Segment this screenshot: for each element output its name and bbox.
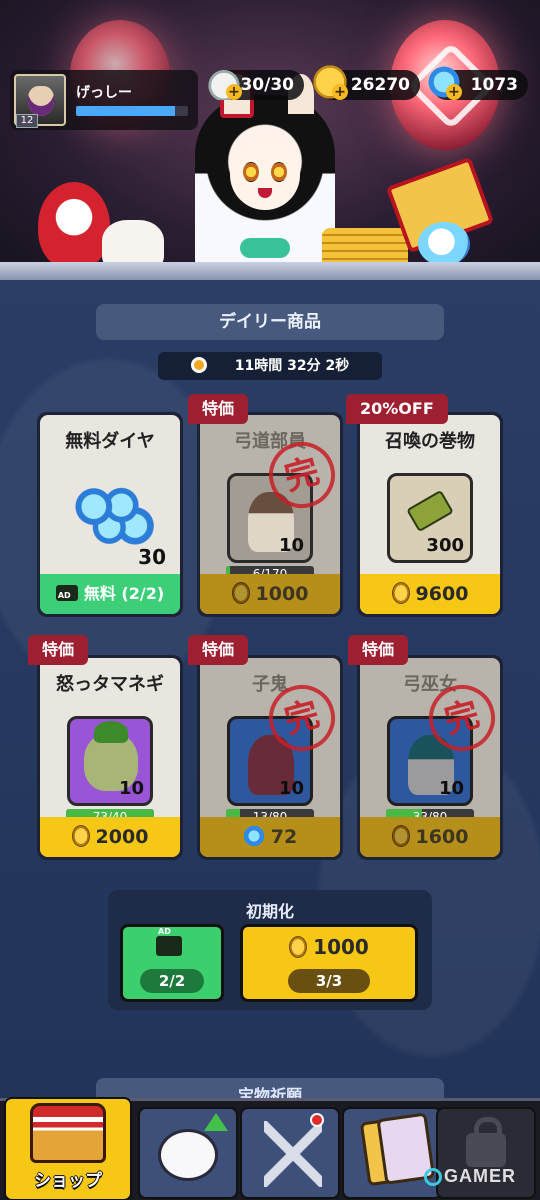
spirit-orb [418,222,470,266]
gold-counter[interactable]: + 26270 [312,64,420,100]
timer-text: 11時間 32分 2秒 [234,358,350,374]
gold-price-button[interactable]: 9600 [360,574,500,614]
price-text: 2000 [95,826,149,848]
stamina-value: 30/30 [240,75,294,95]
cards-icon [359,1115,419,1187]
item-portrait: 300 [387,473,473,563]
reset-price: 1000 [313,935,369,959]
card-name: 怒っタマネギ [56,674,164,695]
price-text: 72 [270,826,298,848]
tab-upgrade[interactable] [138,1107,238,1199]
lock-icon [466,1117,506,1167]
crossed-swords-icon [264,1121,322,1187]
gold-coin-icon [71,825,90,847]
gem-value: 1073 [470,75,518,95]
tab-label: ショップ [34,1171,102,1191]
exp-bar [76,106,188,116]
card-qty: 10 [278,535,304,556]
shopkeeper-bow [240,238,290,258]
player-name: げっしー [76,85,132,101]
gold-coin-icon [289,936,308,958]
stamina-potion-icon: + [206,64,242,100]
card-qty: 10 [438,778,464,799]
section-title: デイリー商品 [96,304,444,340]
price-text: 1000 [255,583,309,605]
reset-title: 初期化 [245,902,294,921]
gem-icon: + [426,64,462,100]
ribbon-special-price: 特価 [188,635,249,665]
shop-card-archer-maiden[interactable]: 弓巫女 10 33/80 1600 完 [357,655,503,860]
gem-icon [242,825,265,847]
ad-reset-count: 2/2 [140,969,204,993]
ad-price-button[interactable]: 無料 (2/2) [40,574,180,614]
gem-price-button[interactable]: 72 [200,817,340,857]
card-qty: 30 [138,545,166,569]
shop-keeper-banner: 12 げっしー + 30/30 + 26270 + 1073 [0,0,540,280]
gold-coin-icon [391,825,410,847]
shop-card-small-oni[interactable]: 子鬼 10 13/80 72 完 [197,655,343,860]
ribbon-special-price: 特価 [188,394,249,424]
ad-reset-button[interactable]: 2/2 [120,924,224,1002]
bunny-upgrade-icon [158,1129,218,1181]
shop-card-summon-scroll[interactable]: 召喚の巻物 300 9600 [357,412,503,617]
ribbon-special-price: 特価 [28,635,89,665]
price-text: 無料 (2/2) [83,584,165,603]
daruma-figure [38,182,110,270]
gem-bundle-icon [68,477,154,551]
add-stamina-icon[interactable]: + [226,84,242,100]
gold-reset-count: 3/3 [288,969,370,993]
refresh-timer: 11時間 32分 2秒 [158,352,382,380]
card-qty: 300 [426,535,464,556]
upgrade-arrow-icon [204,1113,228,1131]
scroll-icon [406,489,454,533]
card-name: 召喚の巻物 [385,431,475,452]
shop-stall-icon [30,1103,106,1163]
gold-coin-icon: + [312,64,348,100]
gold-price-button[interactable]: 1600 [360,817,500,857]
card-qty: 10 [278,778,304,799]
gold-value: 26270 [350,75,410,95]
add-gold-icon[interactable]: + [332,84,348,100]
shop-reset-panel: 初期化 2/2 1000 3/3 [108,890,432,1010]
shop-card-angry-onion[interactable]: 怒っタマネギ 10 73/40 2000 [37,655,183,860]
ribbon-special-price: 特価 [348,635,409,665]
daily-shop-panel: デイリー商品 11時間 32分 2秒 無料ダイヤ 30 無料 (2/2) 特価 … [0,280,540,1108]
gold-coin-icon [391,582,410,604]
tab-battle[interactable] [240,1107,340,1199]
price-text: 9600 [415,583,469,605]
watermark: GAMER [444,1166,517,1186]
gold-coin-icon [231,582,250,604]
player-level-badge: 12 [16,114,38,128]
gold-reset-button[interactable]: 1000 3/3 [240,924,418,1002]
ad-video-icon [55,576,78,614]
shop-card-free-gems[interactable]: 無料ダイヤ 30 無料 (2/2) [37,412,183,617]
stamina-counter[interactable]: + 30/30 [206,64,304,100]
notification-dot [310,1113,324,1127]
shop-card-archery-club[interactable]: 弓道部員 10 6/170 1000 完 [197,412,343,617]
ribbon-discount: 20%OFF [346,394,448,424]
card-qty: 10 [118,778,144,799]
clock-icon [190,357,207,373]
price-text: 1600 [415,826,469,848]
gold-price-button[interactable]: 1000 [200,574,340,614]
gold-price-button[interactable]: 2000 [40,817,180,857]
exp-bar-fill [76,106,175,116]
player-profile[interactable]: 12 げっしー [10,70,198,130]
shop-counter [0,262,540,280]
character-portrait: 10 [67,716,153,806]
ad-video-icon [156,927,182,956]
gem-counter[interactable]: + 1073 [426,64,528,100]
add-gem-icon[interactable]: + [446,84,462,100]
tab-shop[interactable]: ショップ [4,1097,132,1200]
shopkeeper-face [230,140,300,210]
card-name: 無料ダイヤ [65,431,155,452]
